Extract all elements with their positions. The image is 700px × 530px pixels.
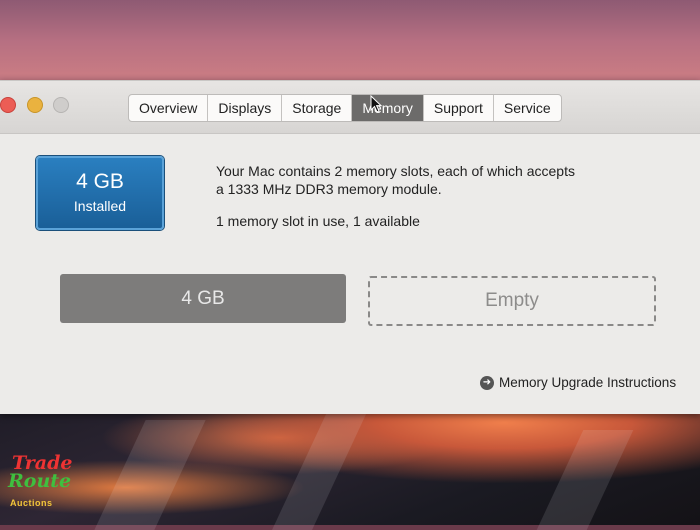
memory-description: Your Mac contains 2 memory slots, each o…: [216, 162, 636, 230]
tab-overview[interactable]: Overview: [129, 95, 209, 121]
memory-slot-1: 4 GB: [60, 274, 346, 323]
close-button[interactable]: [0, 97, 16, 113]
minimize-button[interactable]: [27, 97, 43, 113]
memory-description-line1: Your Mac contains 2 memory slots, each o…: [216, 163, 575, 179]
memory-slot-2: Empty: [368, 276, 656, 326]
tab-displays[interactable]: Displays: [208, 95, 283, 121]
about-this-mac-window: Overview Displays Storage Memory Support…: [0, 80, 700, 414]
zoom-button[interactable]: [53, 97, 69, 113]
wallpaper-mountains: [0, 400, 700, 530]
tab-memory[interactable]: Memory: [352, 95, 424, 121]
memory-usage-text: 1 memory slot in use, 1 available: [216, 213, 420, 229]
memory-upgrade-label: Memory Upgrade Instructions: [499, 375, 677, 390]
installed-memory-size: 4 GB: [76, 170, 124, 193]
tab-storage[interactable]: Storage: [282, 95, 353, 121]
watermark-logo: Trade Route Auctions: [8, 452, 73, 508]
tab-bar: Overview Displays Storage Memory Support…: [128, 94, 562, 122]
arrow-right-circle-icon: ➜: [480, 375, 494, 390]
memory-upgrade-link[interactable]: ➜ Memory Upgrade Instructions: [480, 375, 676, 390]
tab-service[interactable]: Service: [494, 95, 561, 121]
installed-memory-label: Installed: [73, 198, 127, 214]
window-titlebar: Overview Displays Storage Memory Support…: [0, 81, 700, 134]
mouse-pointer-icon: [370, 95, 382, 113]
installed-memory-badge: 4 GB Installed: [36, 156, 164, 230]
memory-description-line2: a 1333 MHz DDR3 memory module.: [216, 181, 442, 197]
tab-support[interactable]: Support: [424, 95, 494, 121]
